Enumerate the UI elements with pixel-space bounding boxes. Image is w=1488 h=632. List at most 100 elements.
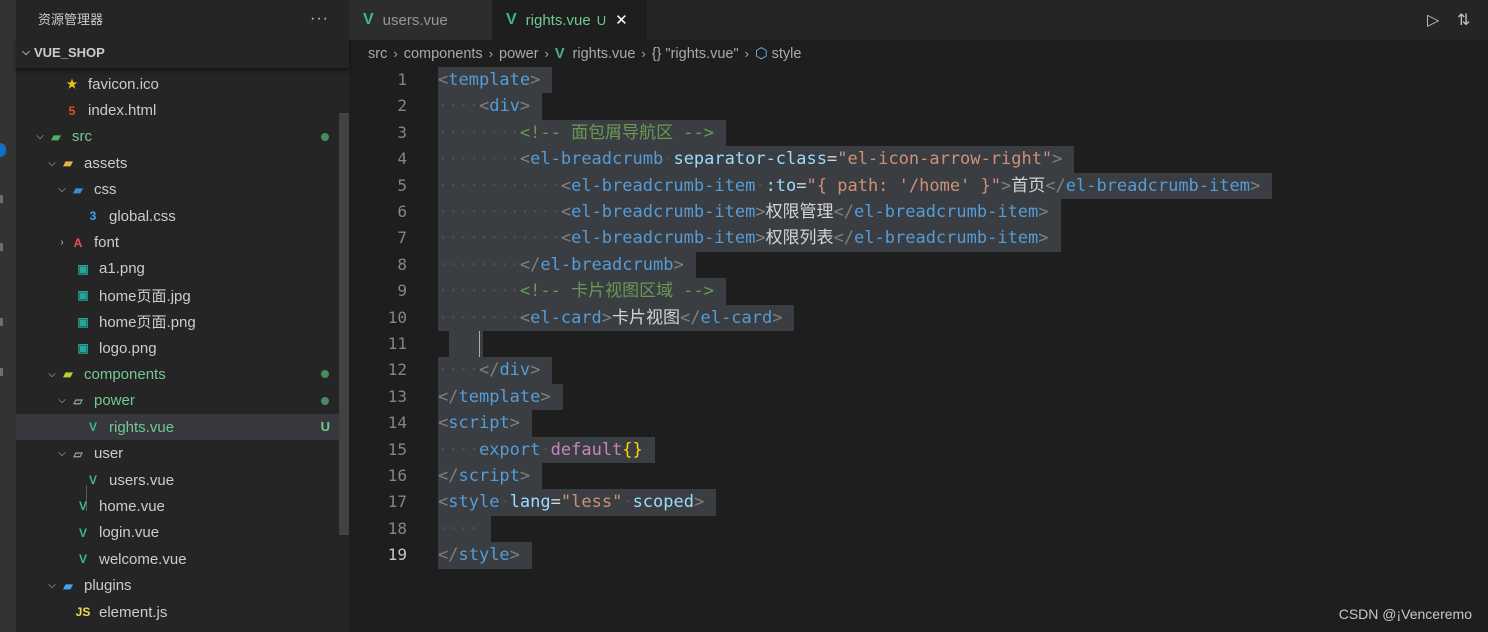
tree-item-label: css [94,181,117,199]
vue-icon: V [78,525,87,540]
tree-item-plugins[interactable]: ⌵ ▰ plugins [16,572,349,598]
code-editor[interactable]: 1 <template> 2 ····<div> 3 ········<!-- … [349,67,1488,632]
breadcrumb-file[interactable]: rights.vue [573,46,636,62]
code-text: ········</el-breadcrumb> [438,251,696,279]
chevron-down-icon: ⌵ [58,448,66,460]
line-number-active: 19 [387,545,407,565]
code-text: ····<div> [438,93,543,120]
explorer-title: 资源管理器 [38,12,104,27]
line-number: 2 [397,96,407,116]
explorer-header: 资源管理器 ··· [16,0,349,37]
more-actions-icon[interactable]: ··· [310,10,329,28]
code-text: ········<!-- 面包屑导航区 --> [438,119,727,147]
tree-item-components[interactable]: ⌵ ▰ components [16,361,349,387]
tree-item-label: favicon.ico [88,75,159,93]
tab-label: users.vue [382,11,448,29]
code-line: 19 </style> [349,542,1488,569]
code-text: ········<el-breadcrumb·separator-class="… [438,146,1075,173]
activity-marker [0,243,3,251]
tree-item-power[interactable]: ⌵ ▱ power [16,388,349,414]
tree-item-welcome-vue[interactable]: V welcome.vue [16,546,349,572]
tree-item-label: login.vue [99,524,160,542]
vue-icon: V [554,45,565,62]
tree-item-css[interactable]: ⌵ ▰ css [16,177,349,203]
folder-font-icon: A [73,235,83,250]
tree-item-label: home.vue [99,497,165,515]
tree-item-home-vue[interactable]: V home.vue [16,493,349,519]
code-text: ····export·default{} [438,436,655,463]
breadcrumb-src[interactable]: src [368,46,387,62]
vue-icon: V [506,11,517,28]
tree-item-label: index.html [88,102,157,120]
code-line: 15 ····export·default{} [349,436,1488,463]
tree-item-src[interactable]: ⌵ ▰ src [16,124,349,150]
tree-item-home-png[interactable]: ▣ home页面.png [16,309,349,335]
tree-item-favicon[interactable]: ★ favicon.ico [16,71,349,97]
tree-item-users-vue[interactable]: V users.vue [16,467,349,493]
tree-item-label: user [94,445,124,463]
folder-open-icon: ▱ [73,393,83,408]
breadcrumb-module[interactable]: "rights.vue" [665,46,738,62]
chevron-right-icon: › [488,46,494,61]
tree-item-logo-png[interactable]: ▣ logo.png [16,335,349,361]
tree-item-element-js[interactable]: JS element.js [16,599,349,625]
tree-item-login-vue[interactable]: V login.vue [16,520,349,546]
code-text: ············<el-breadcrumb-item·:to="{ p… [438,172,1273,199]
folder-open-icon: ▰ [63,156,73,171]
modified-dot [321,370,329,379]
line-number: 5 [397,175,407,195]
line-number: 11 [387,334,407,353]
cube-icon: ⬡ [754,45,768,62]
close-icon[interactable]: ✕ [615,11,628,29]
run-icon[interactable]: ▷ [1427,10,1439,30]
breadcrumb-components[interactable]: components [404,46,483,62]
tab-users-vue[interactable]: V users.vue [349,0,492,40]
sidebar-scrollbar[interactable] [339,113,349,535]
tree-item-rights-vue[interactable]: V rights.vue U [16,414,349,441]
code-text: ········<!-- 卡片视图区域 --> [438,278,727,305]
code-line: 4 ········<el-breadcrumb·separator-class… [349,146,1488,173]
code-line: 6 ············<el-breadcrumb-item>权限管理</… [349,199,1488,226]
vue-icon: V [88,420,97,435]
tree-item-label: src [72,128,92,146]
watermark: CSDN @¡Venceremo [1338,606,1472,622]
folder-css-icon: ▰ [73,182,83,197]
code-line: 2 ····<div> [349,93,1488,120]
tree-item-user[interactable]: ⌵ ▱ user [16,440,349,466]
breadcrumb-power[interactable]: power [499,46,539,62]
code-text: <style·lang="less"·scoped> [438,489,717,516]
line-number: 10 [387,307,407,327]
tree-item-assets[interactable]: ⌵ ▰ assets [16,150,349,176]
tree-item-font[interactable]: › A font [16,229,349,255]
code-line: 3 ········<!-- 面包屑导航区 --> [349,119,1488,147]
chevron-down-icon: ⌵ [36,131,44,143]
tree-item-label: global.css [109,207,176,225]
code-line: 9 ········<!-- 卡片视图区域 --> [349,278,1488,305]
braces-icon: {} [651,45,662,62]
vue-icon: V [78,552,87,567]
tree-item-label: users.vue [109,471,175,489]
line-number: 13 [387,386,407,406]
breadcrumb-style[interactable]: style [772,46,802,62]
compare-changes-icon[interactable]: ⇅ [1457,10,1470,30]
line-number: 4 [397,149,407,169]
tree-item-label: logo.png [99,339,157,357]
tab-label: rights.vue [525,11,591,29]
tree-item-global-css[interactable]: 3 global.css [16,203,349,229]
vue-icon: V [88,473,97,488]
folder-src-icon: ▰ [51,129,61,144]
code-line: 1 <template> [349,67,1488,94]
tree-item-index-html[interactable]: 5 index.html [16,97,349,123]
code-line: 8 ········</el-breadcrumb> [349,251,1488,279]
tree-item-label: home页面.png [99,314,196,332]
vue-icon: V [78,499,87,514]
image-icon: ▣ [77,288,89,303]
tab-status-badge: U [596,12,607,28]
tree-item-label: power [94,392,135,410]
tree-item-a1-png[interactable]: ▣ a1.png [16,256,349,282]
tree-item-label: element.js [99,603,168,621]
workspace-section-header[interactable]: ⌵ VUE_SHOP [16,37,349,68]
tab-rights-vue[interactable]: V rights.vue U ✕ [492,0,647,40]
tree-item-home-jpg[interactable]: ▣ home页面.jpg [16,282,349,308]
code-line: 11 [349,331,1488,358]
